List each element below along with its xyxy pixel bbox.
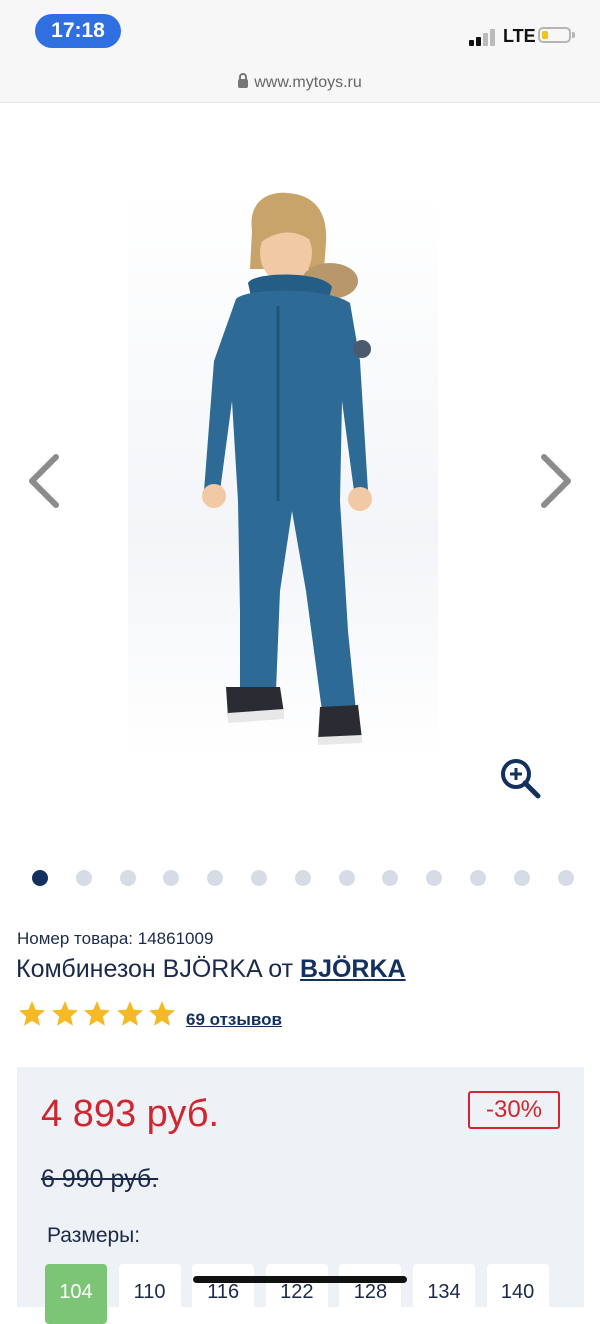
current-price: 4 893 руб. [41, 1093, 220, 1135]
status-time: 17:18 [35, 14, 121, 48]
size-option-110[interactable]: 110 [118, 1264, 181, 1324]
star-icon [19, 1001, 45, 1026]
size-option-140[interactable]: 140 [486, 1264, 549, 1324]
gallery-prev-button[interactable] [24, 453, 64, 509]
product-name: Комбинезон BJÖRKA [16, 955, 262, 983]
brand-link[interactable]: BJÖRKA [300, 955, 406, 983]
gallery-dot[interactable] [32, 870, 48, 886]
star-icon [51, 1001, 78, 1026]
gallery-dot[interactable] [75, 870, 92, 886]
product-gallery[interactable] [0, 103, 600, 903]
product-photo[interactable] [128, 191, 438, 763]
gallery-dot[interactable] [557, 870, 574, 886]
size-option-122[interactable]: 122 [265, 1264, 328, 1324]
discount-badge: -30% [468, 1091, 560, 1129]
network-type: LTE [503, 26, 536, 46]
size-option-128[interactable]: 128 [339, 1264, 402, 1324]
url-bar[interactable]: www.mytoys.ru [0, 64, 600, 103]
url-text: www.mytoys.ru [254, 74, 362, 91]
price-box: 4 893 руб. -30% 6 990 руб. Размеры: 104 1… [17, 1067, 584, 1324]
gallery-dot[interactable] [119, 870, 136, 886]
gallery-dot[interactable] [338, 870, 355, 886]
gallery-dot[interactable] [470, 870, 486, 886]
reviews-link[interactable]: 69 отзывов [186, 1010, 282, 1030]
gallery-dot[interactable] [251, 870, 267, 886]
chevron-right-icon [541, 454, 571, 508]
home-indicator[interactable] [193, 1276, 407, 1283]
signal-icon [469, 28, 497, 46]
article-label: Номер товара: [17, 929, 134, 948]
gallery-dot[interactable] [294, 870, 311, 886]
status-bar: 17:18 LTE [0, 0, 600, 64]
url-display[interactable]: www.mytoys.ru [0, 73, 600, 92]
size-option-104[interactable]: 104 [45, 1264, 107, 1324]
zoom-in-icon [501, 759, 541, 799]
kid-in-snowsuit-image [202, 192, 372, 745]
zoom-button[interactable] [498, 756, 542, 800]
sizes-label: Размеры: [47, 1224, 141, 1247]
chevron-left-icon [29, 454, 59, 508]
article-number: Номер товара: 14861009 [17, 929, 213, 949]
lock-icon [238, 73, 249, 88]
size-option-134[interactable]: 134 [413, 1264, 475, 1324]
gallery-dot[interactable] [207, 870, 224, 886]
gallery-dot[interactable] [382, 870, 399, 886]
old-price: 6 990 руб. [41, 1165, 159, 1193]
star-icon [149, 1001, 175, 1026]
gallery-dot[interactable] [163, 870, 180, 886]
star-icon [84, 1001, 110, 1026]
from-label: от [268, 955, 294, 983]
gallery-dot[interactable] [513, 870, 530, 886]
size-option-116[interactable]: 116 [192, 1264, 255, 1324]
article-value: 14861009 [137, 929, 214, 948]
gallery-dot[interactable] [426, 870, 443, 886]
gallery-next-button[interactable] [536, 453, 576, 509]
star-icon [116, 1001, 143, 1026]
battery-icon [538, 27, 575, 43]
gallery-pagination [0, 870, 600, 888]
product-title: Комбинезон BJÖRKA от BJÖRKA [16, 955, 406, 984]
